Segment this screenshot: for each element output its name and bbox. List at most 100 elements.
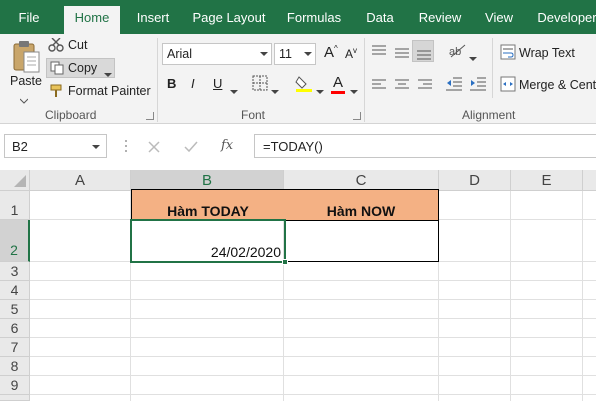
font-color-button[interactable]: A — [333, 74, 343, 91]
fill-color-dropdown-icon[interactable] — [316, 82, 324, 94]
paste-dropdown-icon[interactable] — [19, 91, 29, 104]
row-header-6[interactable]: 6 — [0, 319, 30, 338]
align-bottom-button[interactable] — [412, 40, 434, 62]
font-color-dropdown-icon[interactable] — [350, 82, 358, 94]
align-center-icon[interactable] — [395, 78, 409, 90]
gridline — [30, 280, 596, 281]
row-header-9[interactable]: 9 — [0, 376, 30, 395]
fill-handle[interactable] — [282, 259, 288, 265]
insert-function-button[interactable]: fx — [221, 138, 233, 153]
borders-icon[interactable] — [252, 75, 268, 91]
merge-center-icon[interactable] — [500, 76, 516, 92]
column-header-f[interactable] — [583, 170, 596, 191]
tab-review[interactable]: Review — [410, 6, 470, 36]
column-header-c[interactable]: C — [284, 170, 439, 191]
font-size-value: 11 — [279, 47, 292, 61]
gridline — [582, 191, 583, 401]
tab-file[interactable]: File — [0, 6, 58, 36]
underline-dropdown-icon[interactable] — [230, 82, 238, 94]
underline-button[interactable]: U — [213, 76, 222, 91]
enter-check-icon[interactable] — [184, 140, 198, 153]
ribbon-tab-bar: File Home Insert Page Layout Formulas Da… — [0, 0, 596, 36]
align-bottom-icon — [417, 50, 431, 60]
gridline — [30, 299, 596, 300]
font-name-value: Arial — [167, 47, 193, 61]
copy-button[interactable]: Copy — [68, 61, 97, 75]
row-header-7[interactable]: 7 — [0, 338, 30, 357]
align-left-icon[interactable] — [372, 78, 386, 90]
select-all-button[interactable] — [0, 170, 30, 191]
active-cell-selection — [130, 219, 286, 263]
cut-icon[interactable] — [48, 37, 64, 52]
column-header-e[interactable]: E — [511, 170, 583, 191]
tab-data[interactable]: Data — [356, 6, 404, 36]
tab-developer[interactable]: Developer — [528, 6, 596, 36]
italic-button[interactable]: I — [191, 76, 195, 91]
cell-b1[interactable]: Hàm TODAY — [131, 189, 285, 221]
gridline — [30, 356, 596, 357]
decrease-font-icon[interactable]: Av — [345, 46, 357, 61]
font-size-dropdown[interactable]: 11 — [274, 43, 316, 65]
cut-button[interactable]: Cut — [68, 38, 87, 52]
tab-page-layout[interactable]: Page Layout — [186, 6, 272, 36]
align-middle-icon[interactable] — [395, 46, 409, 58]
copy-icon[interactable] — [50, 61, 64, 75]
font-group-label: Font — [241, 108, 266, 122]
name-box[interactable]: B2 — [4, 134, 107, 158]
orientation-dropdown-icon[interactable] — [469, 49, 477, 61]
column-header-b[interactable]: B — [131, 170, 284, 191]
fill-color-icon[interactable] — [295, 74, 313, 92]
merge-center-button[interactable]: Merge & Cente — [519, 78, 596, 92]
paste-icon[interactable] — [11, 40, 41, 74]
worksheet-grid: A B C D E 1 2 3 4 5 6 7 8 9 Hàm TODAY Hà… — [0, 170, 596, 401]
separator — [364, 38, 365, 122]
align-top-icon[interactable] — [372, 44, 386, 56]
alignment-group-label: Alignment — [462, 108, 516, 122]
increase-font-icon[interactable]: A^ — [324, 44, 338, 61]
separator — [492, 38, 493, 98]
copy-dropdown-icon[interactable] — [104, 65, 112, 77]
formula-input[interactable]: =TODAY() — [254, 134, 596, 158]
font-color-swatch — [331, 91, 345, 94]
orientation-icon[interactable]: ab — [448, 42, 466, 58]
cell-c2[interactable] — [284, 220, 439, 262]
cancel-icon[interactable] — [148, 140, 160, 153]
gridline — [510, 191, 511, 401]
row-header-2[interactable]: 2 — [0, 220, 30, 262]
excel-window: File Home Insert Page Layout Formulas Da… — [0, 0, 596, 401]
separator — [157, 38, 158, 122]
resize-handle-icon[interactable] — [124, 138, 128, 154]
format-painter-icon[interactable] — [50, 84, 64, 98]
formula-bar: B2 fx =TODAY() — [0, 124, 596, 170]
borders-dropdown-icon[interactable] — [271, 82, 279, 94]
row-header-8[interactable]: 8 — [0, 357, 30, 376]
row-header-1[interactable]: 1 — [0, 191, 30, 220]
ribbon-home: Paste Cut Copy Format Painter Clipboard … — [0, 34, 596, 124]
cell-c1[interactable]: Hàm NOW — [284, 189, 439, 221]
tab-home[interactable]: Home — [64, 6, 120, 36]
chevron-down-icon — [92, 145, 100, 149]
paste-button[interactable]: Paste — [10, 74, 42, 88]
row-header-5[interactable]: 5 — [0, 300, 30, 319]
decrease-indent-icon[interactable] — [446, 77, 462, 91]
clipboard-launcher-icon[interactable] — [146, 112, 154, 120]
wrap-text-button[interactable]: Wrap Text — [519, 46, 575, 60]
tab-insert[interactable]: Insert — [126, 6, 180, 36]
align-right-icon[interactable] — [418, 78, 432, 90]
bold-button[interactable]: B — [167, 76, 176, 91]
format-painter-button[interactable]: Format Painter — [68, 84, 151, 98]
wrap-text-icon[interactable] — [500, 44, 516, 60]
increase-indent-icon[interactable] — [470, 77, 486, 91]
column-header-a[interactable]: A — [30, 170, 131, 191]
row-header-3[interactable]: 3 — [0, 262, 30, 281]
row-header-4[interactable]: 4 — [0, 281, 30, 300]
tab-formulas[interactable]: Formulas — [278, 6, 350, 36]
row-header-10[interactable] — [0, 395, 30, 401]
font-name-dropdown[interactable]: Arial — [162, 43, 272, 65]
font-launcher-icon[interactable] — [353, 112, 361, 120]
column-header-d[interactable]: D — [439, 170, 511, 191]
chevron-down-icon — [304, 52, 312, 56]
gridline — [30, 394, 596, 395]
clipboard-group-label: Clipboard — [45, 108, 97, 122]
tab-view[interactable]: View — [476, 6, 522, 36]
